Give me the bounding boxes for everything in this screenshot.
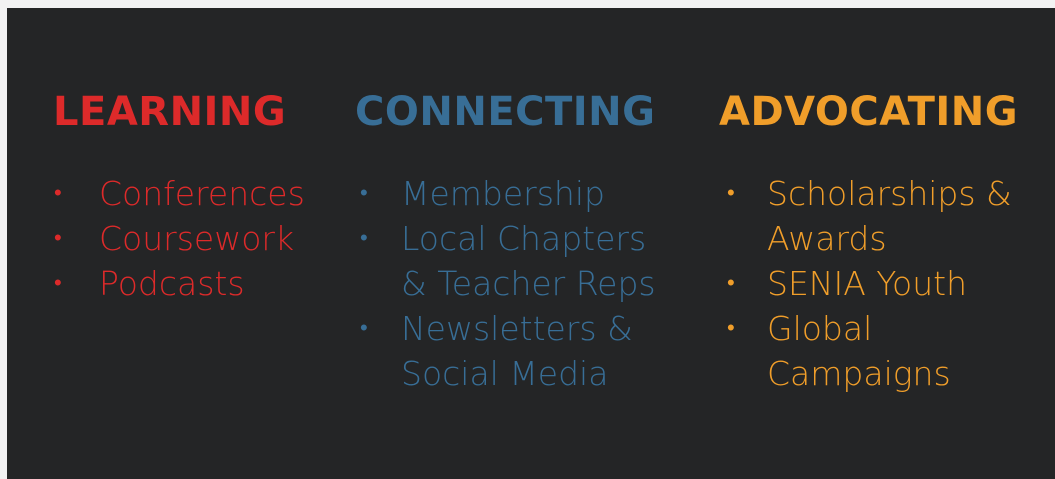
bullet-icon: • [54,181,62,206]
list-item-text: Global [767,309,873,348]
list-item-text: Membership [401,174,605,213]
connecting-column: CONNECTING • Membership • Local Chapters & T… [355,86,695,393]
list-item-text: Conferences [99,174,305,213]
list-item-text: Scholarships & [767,174,1012,213]
advocating-list: • Scholarships & Awards • SENIA Youth • Global… [719,171,1012,396]
learning-heading: LEARNING [53,89,287,135]
list-item-text: Newsletters & [401,309,633,348]
list-item: • Global Campaigns [719,306,1012,396]
list-item-text: Social Media [401,354,609,393]
list-item: • Conferences [53,171,305,216]
bullet-icon: • [54,271,62,296]
bullet-icon: • [360,181,368,206]
bullet-icon: • [727,181,735,206]
list-item-text: Local Chapters [401,219,647,258]
list-item-text: Podcasts [99,264,245,303]
list-item-text: & Teacher Reps [401,264,656,303]
slide-panel: LEARNING • Conferences • Coursework • Podcast… [7,8,1055,479]
list-item: • Newsletters & Social Media [355,306,656,396]
list-item: • Podcasts [53,261,305,306]
bullet-icon: • [54,226,62,251]
list-item-text: SENIA Youth [767,264,968,303]
list-item: • SENIA Youth [719,261,1012,306]
list-item-text: Awards [767,219,887,258]
bullet-icon: • [727,271,735,296]
connecting-heading: CONNECTING [355,89,656,135]
list-item: • Scholarships & Awards [719,171,1012,261]
bullet-icon: • [727,316,735,341]
advocating-heading: ADVOCATING [719,89,1019,135]
advocating-column: ADVOCATING • Scholarships & Awards • SENIA Y… [719,86,1055,393]
list-item: • Membership [355,171,656,216]
connecting-list: • Membership • Local Chapters & Teacher Reps… [355,171,656,396]
bullet-icon: • [360,316,368,341]
learning-list: • Conferences • Coursework • Podcasts [53,171,305,306]
learning-column: LEARNING • Conferences • Coursework • Podcast… [53,86,353,303]
list-item-text: Campaigns [767,354,951,393]
list-item: • Local Chapters & Teacher Reps [355,216,656,306]
bullet-icon: • [360,226,368,251]
list-item-text: Coursework [99,219,295,258]
list-item: • Coursework [53,216,305,261]
